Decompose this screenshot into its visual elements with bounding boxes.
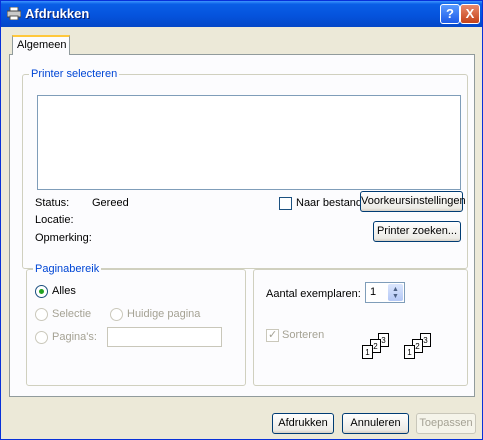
collate-label[interactable]: Sorteren: [282, 329, 324, 341]
preferences-button[interactable]: Voorkeursinstellingen: [360, 191, 466, 212]
status-label: Status:: [35, 197, 70, 209]
printer-group-legend: Printer selecteren: [29, 68, 120, 80]
page-range-legend: Paginabereik: [33, 263, 102, 275]
selection-label[interactable]: Selectie: [52, 308, 91, 320]
printer-icon: [7, 7, 21, 20]
print-dialog: Afdrukken ? X Algemeen Printer selectere…: [0, 0, 483, 440]
window-title: Afdrukken: [25, 6, 90, 21]
spinner-arrows-icon[interactable]: ▲ ▼: [388, 284, 403, 301]
pages-label[interactable]: Pagina's:: [52, 331, 97, 343]
location-label: Locatie:: [35, 214, 74, 226]
close-icon[interactable]: X: [460, 4, 480, 24]
find-printer-button[interactable]: Printer zoeken...: [373, 221, 461, 242]
print-button[interactable]: Afdrukken: [272, 413, 334, 434]
apply-button[interactable]: Toepassen: [416, 413, 476, 434]
tab-general[interactable]: Algemeen: [12, 35, 70, 55]
pages-radio[interactable]: [35, 331, 48, 344]
collate-sheet: 1: [362, 345, 373, 359]
all-pages-radio[interactable]: [35, 285, 48, 298]
help-icon[interactable]: ?: [440, 4, 460, 24]
title-bar[interactable]: Afdrukken ? X: [1, 1, 482, 27]
collate-checkbox[interactable]: ✓: [266, 329, 279, 342]
cancel-button[interactable]: Annuleren: [342, 413, 409, 434]
comment-label: Opmerking:: [35, 232, 92, 244]
print-to-file-checkbox[interactable]: [279, 197, 292, 210]
copies-stepper[interactable]: 1 ▲ ▼: [365, 282, 405, 303]
collate-sheet: 1: [404, 345, 415, 359]
current-page-radio[interactable]: [110, 308, 123, 321]
pages-input[interactable]: [107, 327, 222, 347]
printer-list[interactable]: [37, 95, 461, 190]
status-value: Gereed: [92, 197, 129, 209]
print-to-file-label[interactable]: Naar bestand: [296, 197, 362, 209]
current-page-label[interactable]: Huidige pagina: [127, 308, 200, 320]
copies-group: [253, 269, 468, 386]
copies-value: 1: [370, 286, 377, 298]
general-panel: Printer selecteren Status: Gereed Locati…: [9, 54, 475, 397]
copies-label: Aantal exemplaren:: [266, 288, 361, 300]
collate-pages-icon: 3 2 1: [404, 333, 432, 359]
collate-pages-icon: 3 2 1: [362, 333, 390, 359]
all-pages-label[interactable]: Alles: [52, 285, 76, 297]
selection-radio[interactable]: [35, 308, 48, 321]
